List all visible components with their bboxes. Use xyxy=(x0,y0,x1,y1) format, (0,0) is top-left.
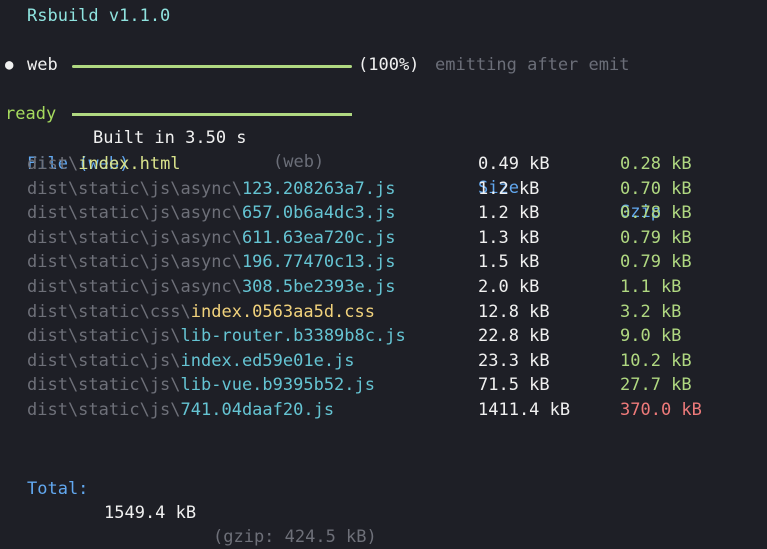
table-row: dist\static\js\lib-vue.b9395b52.js 71.5 k… xyxy=(0,373,767,397)
progress-bar xyxy=(72,65,352,116)
file-dir: dist\static\js\async\ xyxy=(27,277,242,297)
file-size: 23.3 kB xyxy=(478,350,550,371)
file-gzip: 9.0 kB xyxy=(620,326,682,347)
ready-row: ready Built in 3.50 s (web) xyxy=(5,78,324,172)
file-gzip: 10.2 kB xyxy=(620,350,692,371)
table-row: dist\static\js\async\123.208263a7.js 1.2 … xyxy=(0,177,767,201)
file-name: index.html xyxy=(78,154,181,174)
file-path: dist\static\js\lib-router.b3389b8c.js xyxy=(27,324,406,348)
progress-bar-fill xyxy=(72,113,352,116)
status-dot-icon: ● xyxy=(5,57,14,73)
table-row: dist\static\js\741.04daaf20.js 1411.4 kB 3… xyxy=(0,398,767,422)
file-gzip: 3.2 kB xyxy=(620,301,682,322)
file-name: index.0563aa5d.css xyxy=(190,301,375,322)
file-path: dist\index.html xyxy=(27,152,181,176)
progress-status: emitting after emit xyxy=(435,55,630,75)
table-row: dist\static\js\async\308.5be2393e.js 2.0 … xyxy=(0,275,767,299)
progress-env-label: web xyxy=(27,55,58,75)
table-row: dist\static\js\async\611.63ea720c.js 1.3 … xyxy=(0,226,767,250)
file-gzip: 1.1 kB xyxy=(620,277,682,297)
file-dir: dist\static\js\async\ xyxy=(27,203,242,224)
file-dir: dist\static\js\async\ xyxy=(27,252,242,273)
file-dir: dist\static\js\ xyxy=(27,375,181,396)
file-path: dist\static\js\async\308.5be2393e.js xyxy=(27,275,395,299)
file-dir: dist\ xyxy=(27,154,79,174)
table-header: File (web) Size Gzip xyxy=(0,128,767,222)
file-name: 308.5be2393e.js xyxy=(241,277,396,297)
file-path: dist\static\js\async\123.208263a7.js xyxy=(27,177,395,201)
file-dir: dist\static\js\ xyxy=(27,400,181,420)
file-gzip: 0.70 kB xyxy=(620,178,692,199)
file-size: 1.2 kB xyxy=(478,203,540,224)
file-size: 22.8 kB xyxy=(478,326,550,347)
file-size: 1.2 kB xyxy=(478,178,540,199)
file-size: 1.3 kB xyxy=(478,227,540,248)
file-gzip: 0.28 kB xyxy=(620,154,692,174)
file-name: index.ed59e01e.js xyxy=(180,350,355,371)
file-name: 657.0b6a4dc3.js xyxy=(241,203,396,224)
file-size: 2.0 kB xyxy=(478,277,540,297)
file-gzip: 27.7 kB xyxy=(620,375,692,396)
file-name: 123.208263a7.js xyxy=(241,178,396,199)
file-name: lib-vue.b9395b52.js xyxy=(180,375,375,396)
table-row: dist\static\css\index.0563aa5d.css 12.8 k… xyxy=(0,300,767,324)
file-gzip: 0.79 kB xyxy=(620,227,692,248)
file-dir: dist\static\js\async\ xyxy=(27,227,242,248)
file-dir: dist\static\css\ xyxy=(27,301,191,322)
file-name: 611.63ea720c.js xyxy=(241,227,396,248)
file-size: 1411.4 kB xyxy=(478,400,571,420)
ready-label: ready xyxy=(5,104,57,124)
file-path: dist\static\js\async\657.0b6a4dc3.js xyxy=(27,201,395,225)
file-name: 196.77470c13.js xyxy=(241,252,396,273)
table-row: dist\index.html 0.49 kB 0.28 kB xyxy=(0,152,767,176)
file-path: dist\static\js\async\196.77470c13.js xyxy=(27,250,395,274)
file-dir: dist\static\js\ xyxy=(27,350,181,371)
app-title: Rsbuild v1.1.0 xyxy=(27,6,171,26)
table-row: dist\static\js\async\196.77470c13.js 1.5 … xyxy=(0,250,767,274)
table-row: dist\static\js\index.ed59e01e.js 23.3 kB 1… xyxy=(0,349,767,373)
total-value: 1549.4 kB xyxy=(104,503,197,523)
file-name: 741.04daaf20.js xyxy=(180,400,335,420)
file-gzip: 0.78 kB xyxy=(620,203,692,224)
file-path: dist\static\js\lib-vue.b9395b52.js xyxy=(27,373,375,397)
file-path: dist\static\js\async\611.63ea720c.js xyxy=(27,226,395,250)
file-size: 12.8 kB xyxy=(478,301,550,322)
file-dir: dist\static\js\async\ xyxy=(27,178,242,199)
file-name: lib-router.b3389b8c.js xyxy=(180,326,406,347)
file-gzip: 370.0 kB xyxy=(620,400,702,420)
table-row: dist\static\js\async\657.0b6a4dc3.js 1.2 … xyxy=(0,201,767,225)
total-label: Total: xyxy=(27,479,89,499)
file-size: 71.5 kB xyxy=(478,375,550,396)
file-gzip: 0.79 kB xyxy=(620,252,692,273)
file-size: 0.49 kB xyxy=(478,154,550,174)
file-path: dist\static\css\index.0563aa5d.css xyxy=(27,300,375,324)
progress-percent: (100%) xyxy=(358,55,420,75)
file-size: 1.5 kB xyxy=(478,252,540,273)
file-dir: dist\static\js\ xyxy=(27,326,181,347)
table-row: dist\static\js\lib-router.b3389b8c.js 22.… xyxy=(0,324,767,348)
total-gzip: (gzip: 424.5 kB) xyxy=(213,527,377,547)
progress-row: ● web (100%) emitting after emit xyxy=(5,53,765,116)
file-path: dist\static\js\741.04daaf20.js xyxy=(27,398,334,422)
file-path: dist\static\js\index.ed59e01e.js xyxy=(27,349,355,373)
total-row: Total: 1549.4 kB (gzip: 424.5 kB) xyxy=(0,453,767,547)
